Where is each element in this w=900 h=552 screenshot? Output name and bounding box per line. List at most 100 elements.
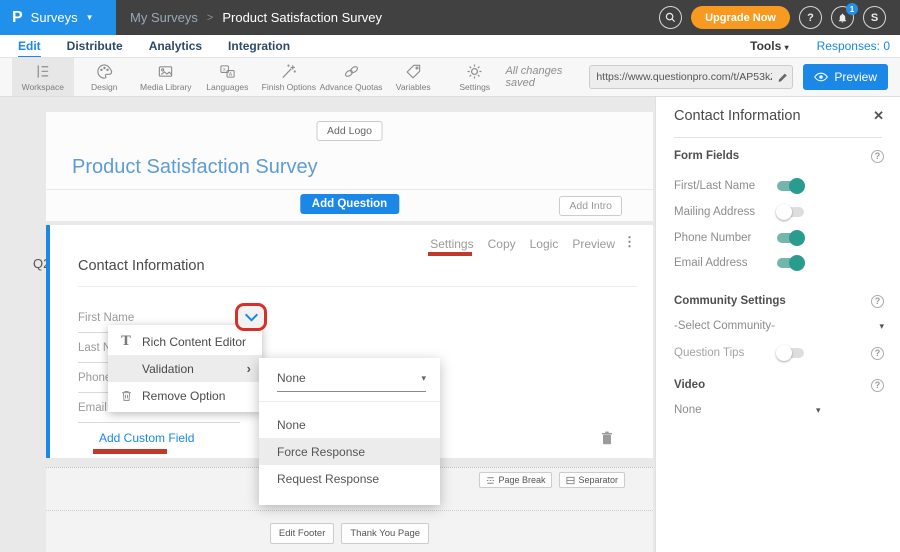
add-question-button[interactable]: Add Question	[300, 194, 399, 214]
svg-text:A: A	[229, 71, 233, 77]
breadcrumb-current-survey: Product Satisfaction Survey	[222, 10, 382, 25]
kebab-menu-icon[interactable]: ⋮	[623, 234, 636, 250]
help-icon[interactable]: ?	[871, 150, 884, 163]
toolbar-settings[interactable]: Settings	[444, 58, 506, 96]
close-icon[interactable]: ✕	[873, 108, 884, 124]
breadcrumb-my-surveys[interactable]: My Surveys	[130, 10, 198, 25]
add-custom-field-link[interactable]: Add Custom Field	[99, 431, 194, 445]
notification-count-badge: 1	[846, 3, 858, 15]
toggle-email-address[interactable]	[777, 258, 804, 268]
toggle-question-tips[interactable]	[777, 348, 804, 358]
surveys-product-menu[interactable]: P Surveys ▼	[0, 0, 116, 35]
questionpro-logo: P	[12, 9, 23, 27]
preview-button[interactable]: Preview	[803, 64, 888, 90]
help-icon[interactable]: ?	[871, 379, 884, 392]
notifications-button[interactable]: 1	[831, 6, 854, 29]
thank-you-page-button[interactable]: Thank You Page	[341, 523, 429, 544]
toggle-row-email-address: Email Address	[674, 255, 884, 271]
section-controls: Page Break Separator	[479, 472, 625, 488]
toggle-first-last-name[interactable]	[777, 181, 804, 191]
question-preview-link[interactable]: Preview	[572, 237, 615, 251]
toolbar-finish-options[interactable]: Finish Options	[258, 58, 320, 96]
sidebar-divider	[674, 137, 882, 138]
question-menu: Settings Copy Logic Preview	[430, 237, 615, 251]
help-icon[interactable]: ?	[871, 347, 884, 360]
languages-icon: xA	[219, 63, 236, 80]
add-intro-button[interactable]: Add Intro	[559, 196, 622, 216]
design-palette-icon	[96, 63, 113, 80]
toggle-row-first-last-name: First/Last Name	[674, 178, 884, 194]
delete-question-icon[interactable]	[601, 431, 613, 445]
footer-divider	[46, 510, 653, 511]
user-avatar[interactable]: S	[863, 6, 886, 29]
tab-analytics[interactable]: Analytics	[149, 36, 202, 57]
add-logo-button[interactable]: Add Logo	[316, 121, 383, 141]
chevron-down-icon: ▾	[879, 321, 884, 332]
menu-item-rich-content-editor[interactable]: T Rich Content Editor	[108, 328, 262, 355]
toolbar-workspace[interactable]: Workspace	[12, 58, 74, 96]
toggle-row-mailing-address: Mailing Address	[674, 204, 884, 220]
editor-toolbar: Workspace Design Media Library xA Langua…	[0, 58, 900, 97]
community-select[interactable]: -Select Community- ▾	[674, 318, 884, 334]
validation-submenu: None ▾ None Force Response Request Respo…	[259, 358, 440, 505]
question-copy-link[interactable]: Copy	[488, 237, 516, 251]
survey-url-box[interactable]: https://www.questionpro.com/t/AP53kZgUI	[589, 65, 793, 89]
menu-item-validation[interactable]: Validation ›	[108, 355, 262, 382]
toggle-mailing-address[interactable]	[777, 207, 804, 217]
option-none[interactable]: None	[259, 411, 440, 438]
separator-icon	[566, 476, 575, 485]
toggle-phone-number[interactable]	[777, 233, 804, 243]
field-dropdown-chevron-annotated[interactable]	[235, 303, 267, 331]
option-force-response[interactable]: Force Response	[259, 438, 440, 465]
nav-tabs: Edit Distribute Analytics Integration	[18, 36, 290, 57]
media-library-icon	[157, 63, 174, 80]
toggle-row-phone-number: Phone Number	[674, 230, 884, 246]
question-settings-link[interactable]: Settings	[430, 237, 473, 251]
menu-item-remove-option[interactable]: Remove Option	[108, 382, 262, 409]
survey-title[interactable]: Product Satisfaction Survey	[72, 156, 318, 179]
edit-footer-button[interactable]: Edit Footer	[270, 523, 334, 544]
upgrade-now-button[interactable]: Upgrade Now	[691, 6, 790, 29]
help-button[interactable]: ?	[799, 6, 822, 29]
tools-menu[interactable]: Tools ▾	[750, 39, 788, 53]
sidebar-title: Contact Information	[674, 108, 801, 124]
eye-icon	[814, 72, 828, 82]
tab-integration[interactable]: Integration	[228, 36, 290, 57]
toolbar-design[interactable]: Design	[74, 58, 136, 96]
validation-select[interactable]: None ▾	[277, 371, 426, 392]
search-button[interactable]	[659, 6, 682, 29]
chevron-down-icon: ▾	[816, 405, 821, 416]
question-tips-row: Question Tips ?	[674, 345, 884, 361]
option-request-response[interactable]: Request Response	[259, 465, 440, 492]
tab-edit[interactable]: Edit	[18, 36, 41, 57]
questionpro-survey-editor: P Surveys ▼ My Surveys > Product Satisfa…	[0, 0, 900, 552]
magic-wand-icon	[280, 63, 297, 80]
video-select[interactable]: None ▾	[674, 402, 884, 418]
chevron-down-icon: ▾	[785, 43, 789, 52]
question-logic-link[interactable]: Logic	[530, 237, 559, 251]
search-icon	[665, 12, 676, 23]
breadcrumb: My Surveys > Product Satisfaction Survey	[130, 10, 382, 25]
toolbar-advance-quotas[interactable]: Advance Quotas	[320, 58, 383, 96]
sidebar-header: Contact Information ✕	[674, 107, 884, 125]
question-title[interactable]: Contact Information	[78, 258, 205, 274]
text-format-icon: T	[119, 334, 133, 349]
page-break-button[interactable]: Page Break	[479, 472, 552, 488]
product-menu-label: Surveys	[31, 10, 78, 25]
breadcrumb-separator: >	[207, 12, 213, 24]
top-bar: P Surveys ▼ My Surveys > Product Satisfa…	[0, 0, 900, 35]
toolbar-variables[interactable]: Variables	[382, 58, 444, 96]
edit-url-pencil-icon[interactable]	[772, 72, 792, 83]
survey-url[interactable]: https://www.questionpro.com/t/AP53kZgUI	[590, 71, 772, 83]
submenu-divider	[259, 401, 440, 402]
survey-nav: Edit Distribute Analytics Integration To…	[0, 35, 900, 58]
separator-button[interactable]: Separator	[559, 472, 625, 488]
tab-distribute[interactable]: Distribute	[67, 36, 123, 57]
validation-options: None Force Response Request Response	[259, 411, 440, 492]
help-icon[interactable]: ?	[871, 295, 884, 308]
responses-count[interactable]: Responses: 0	[817, 39, 890, 53]
toolbar-media-library[interactable]: Media Library	[135, 58, 197, 96]
question-divider	[78, 286, 637, 287]
toolbar-languages[interactable]: xA Languages	[197, 58, 259, 96]
form-fields-heading-row: Form Fields ?	[674, 148, 884, 164]
